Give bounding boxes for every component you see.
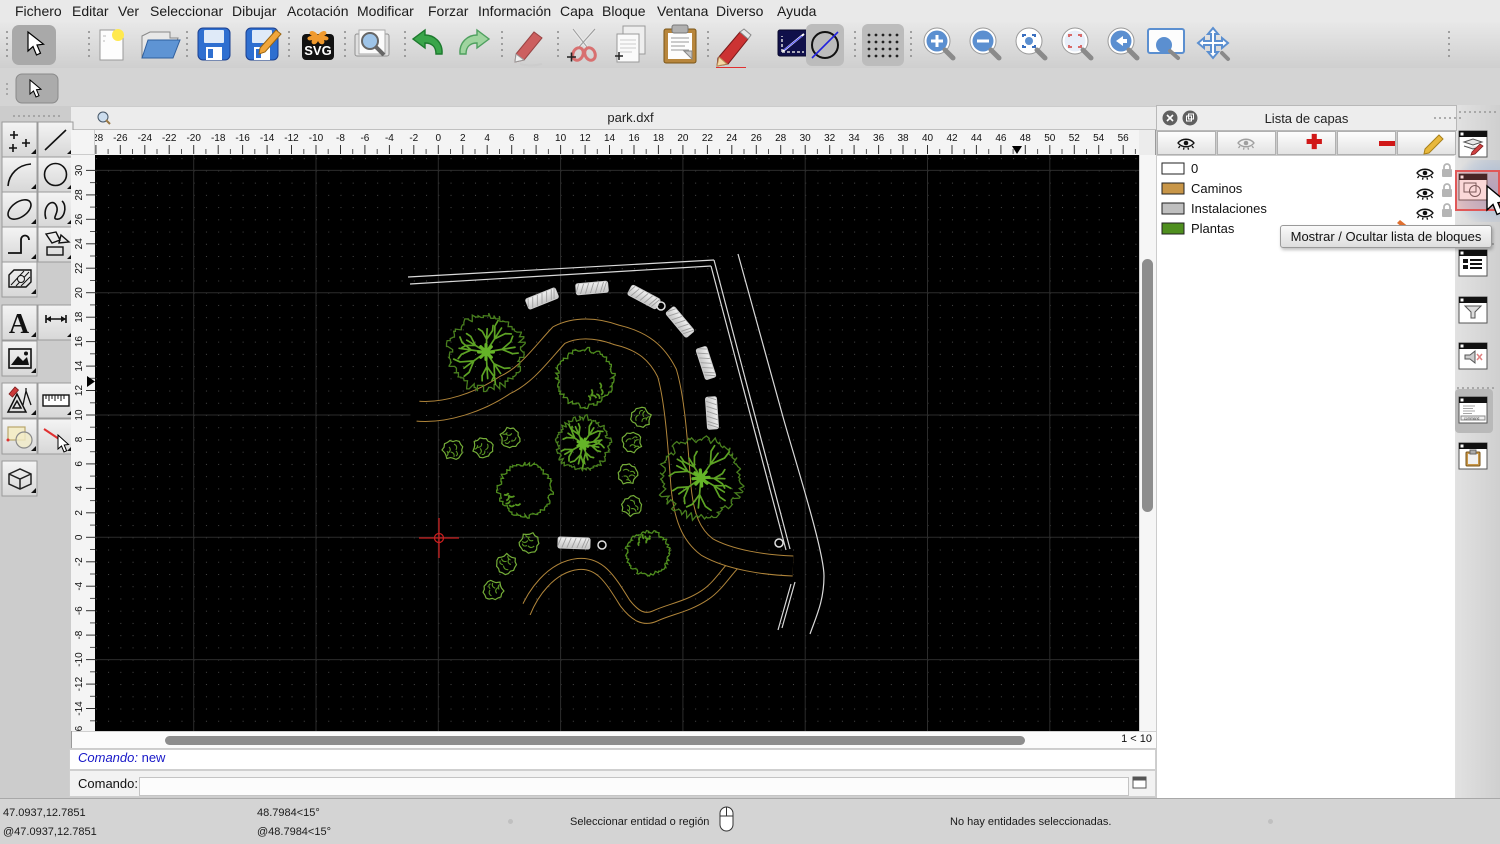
svg-text:28: 28 — [74, 189, 85, 201]
svg-text:44: 44 — [971, 133, 983, 144]
svg-text:52: 52 — [1069, 133, 1081, 144]
svg-text:6: 6 — [74, 461, 85, 467]
svg-text:0: 0 — [436, 133, 442, 144]
svg-text:Instalaciones: Instalaciones — [1191, 201, 1267, 216]
svg-text:10: 10 — [74, 409, 85, 421]
svg-text:2: 2 — [74, 510, 85, 516]
svg-text:22: 22 — [702, 133, 714, 144]
svg-text:50: 50 — [1044, 133, 1056, 144]
svg-text:Caminos: Caminos — [1191, 181, 1243, 196]
svg-text:-2: -2 — [409, 133, 418, 144]
svg-text:-12: -12 — [284, 133, 299, 144]
svg-text:-8: -8 — [74, 630, 85, 639]
svg-text:-10: -10 — [309, 133, 324, 144]
svg-text:20: 20 — [74, 287, 85, 299]
svg-text:20: 20 — [677, 133, 689, 144]
svg-text:2: 2 — [460, 133, 466, 144]
svg-text:40: 40 — [922, 133, 934, 144]
svg-text:4: 4 — [484, 133, 490, 144]
svg-text:36: 36 — [873, 133, 885, 144]
svg-text:-16: -16 — [235, 133, 250, 144]
svg-text:26: 26 — [74, 213, 85, 225]
svg-text:16: 16 — [74, 336, 85, 348]
svg-text:14: 14 — [74, 360, 85, 372]
svg-text:48: 48 — [1020, 133, 1032, 144]
svg-text:-6: -6 — [360, 133, 369, 144]
svg-text:30: 30 — [74, 164, 85, 176]
svg-text:-18: -18 — [211, 133, 226, 144]
svg-text:6: 6 — [509, 133, 515, 144]
svg-text:26: 26 — [751, 133, 763, 144]
svg-text:16: 16 — [628, 133, 640, 144]
svg-text:10: 10 — [555, 133, 567, 144]
svg-text:42: 42 — [946, 133, 958, 144]
svg-text:18: 18 — [74, 311, 85, 323]
svg-text:24: 24 — [726, 133, 738, 144]
svg-text:-6: -6 — [74, 606, 85, 615]
svg-text:32: 32 — [824, 133, 836, 144]
svg-text:4: 4 — [74, 485, 85, 491]
svg-text:28: 28 — [775, 133, 787, 144]
svg-text:-22: -22 — [162, 133, 177, 144]
svg-text:46: 46 — [995, 133, 1007, 144]
svg-text:24: 24 — [74, 238, 85, 250]
svg-text:-10: -10 — [74, 652, 85, 667]
svg-text:-4: -4 — [385, 133, 394, 144]
svg-text:22: 22 — [74, 262, 85, 274]
svg-text:8: 8 — [74, 436, 85, 442]
svg-text:8: 8 — [533, 133, 539, 144]
svg-text:-14: -14 — [74, 701, 85, 716]
svg-text:12: 12 — [74, 385, 85, 397]
svg-text:SVG: SVG — [304, 43, 331, 58]
svg-text:38: 38 — [897, 133, 909, 144]
svg-text:56: 56 — [1118, 133, 1130, 144]
svg-text:-2: -2 — [74, 557, 85, 566]
svg-text:-28: -28 — [95, 133, 104, 144]
svg-text:12: 12 — [580, 133, 592, 144]
svg-text:54: 54 — [1093, 133, 1105, 144]
svg-text:-14: -14 — [260, 133, 275, 144]
svg-text:18: 18 — [653, 133, 665, 144]
svg-text:0: 0 — [74, 534, 85, 540]
svg-text:command: command — [1464, 417, 1479, 421]
svg-text:-20: -20 — [186, 133, 201, 144]
svg-text:-12: -12 — [74, 676, 85, 691]
svg-text:-26: -26 — [113, 133, 128, 144]
svg-text:14: 14 — [604, 133, 616, 144]
svg-text:0: 0 — [1191, 161, 1198, 176]
svg-text:-4: -4 — [74, 581, 85, 590]
svg-text:A: A — [9, 309, 30, 340]
svg-text:Plantas: Plantas — [1191, 221, 1235, 236]
svg-text:-24: -24 — [138, 133, 153, 144]
svg-text:34: 34 — [849, 133, 861, 144]
svg-text:30: 30 — [800, 133, 812, 144]
svg-text:-8: -8 — [336, 133, 345, 144]
